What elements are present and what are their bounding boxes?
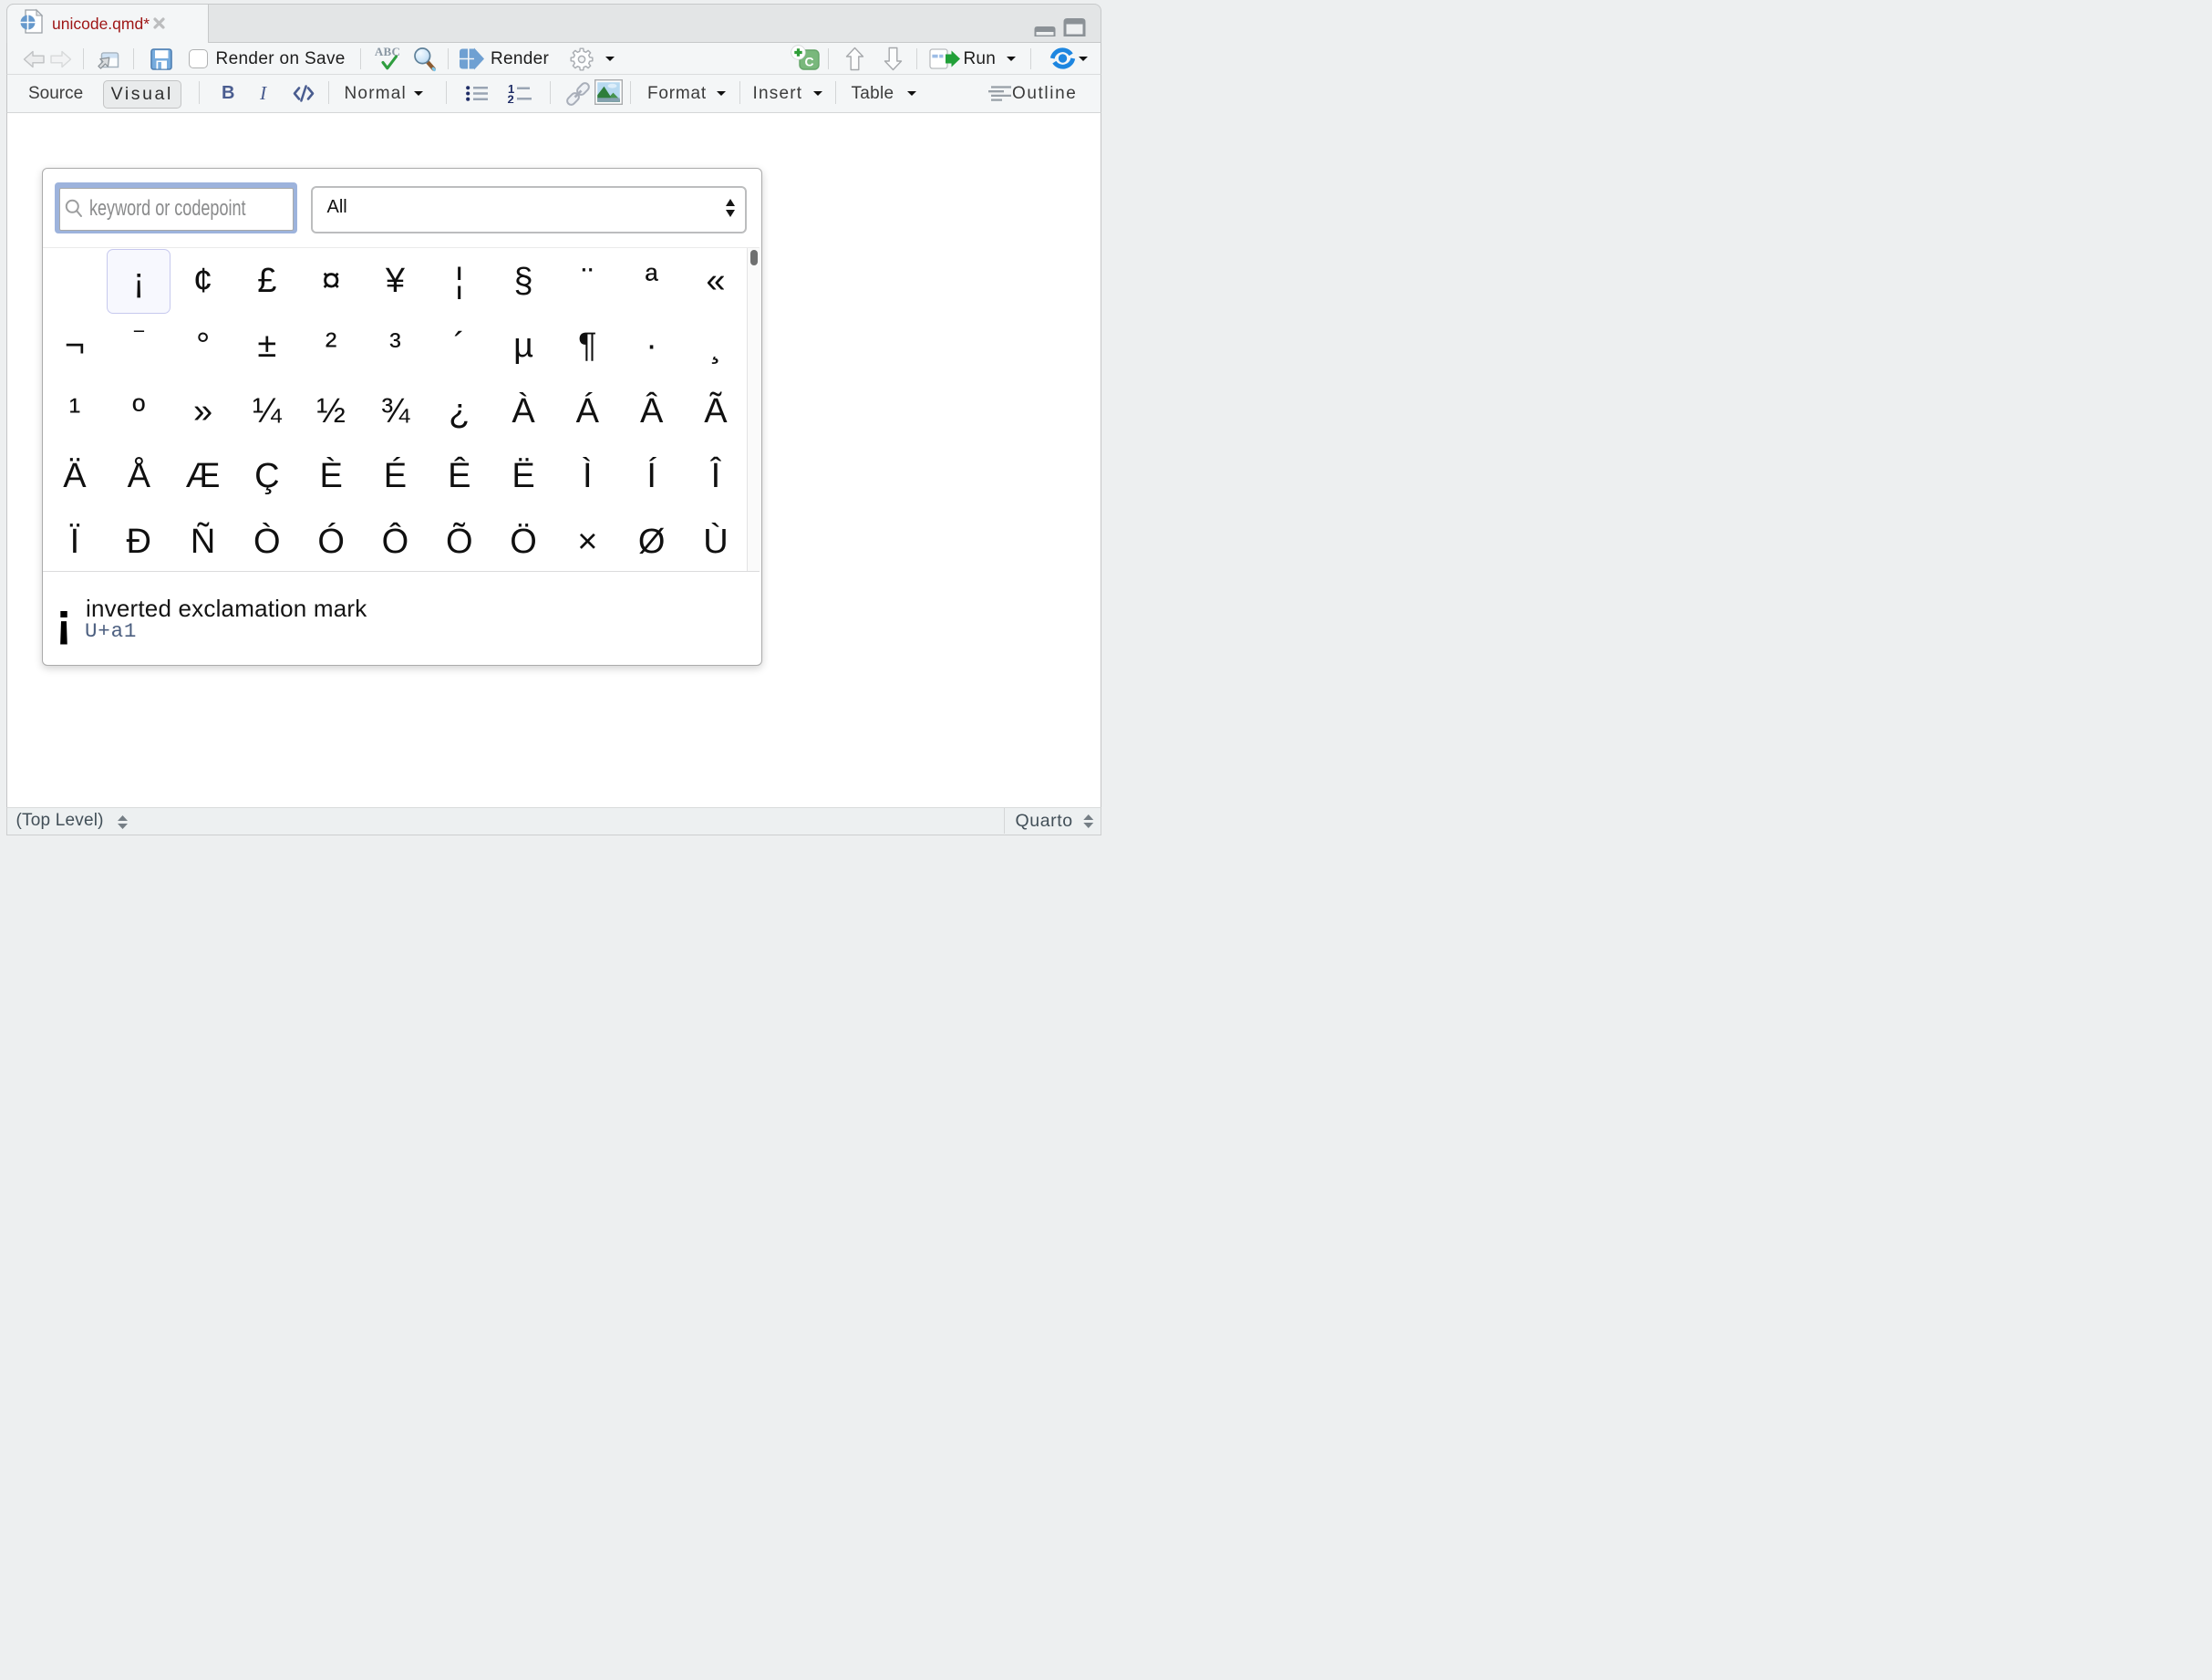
svg-text:2: 2 [508, 93, 514, 104]
svg-text:C: C [804, 55, 813, 69]
